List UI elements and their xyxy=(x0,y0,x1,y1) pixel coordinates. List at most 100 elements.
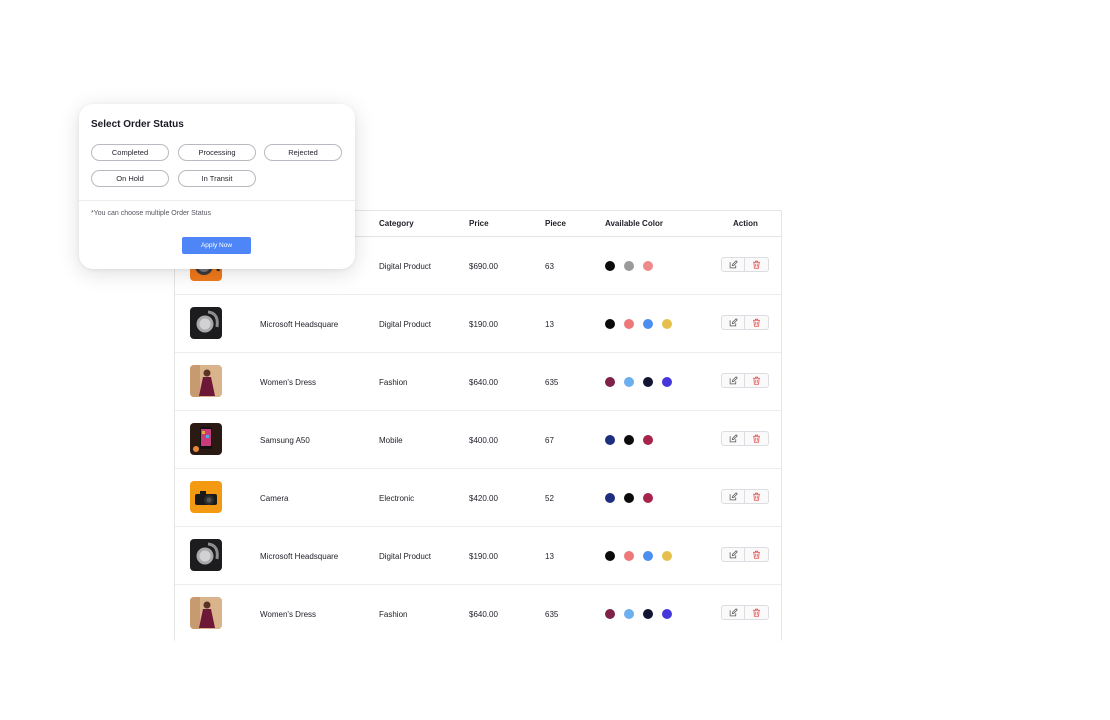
trash-icon xyxy=(753,260,760,269)
edit-icon xyxy=(729,318,738,327)
table-row: Microsoft Headsquare Digital Product $19… xyxy=(175,295,781,353)
color-swatch xyxy=(662,319,672,329)
color-swatch xyxy=(643,261,653,271)
table-row: Microsoft Headsquare Digital Product $19… xyxy=(175,527,781,585)
color-swatch xyxy=(605,261,615,271)
product-name: Microsoft Headsquare xyxy=(260,320,339,329)
trash-icon xyxy=(753,318,760,327)
table-body: Digital Product $690.00 63 Microsoft Hea… xyxy=(175,237,781,641)
product-thumbnail xyxy=(190,307,222,339)
product-piece: 52 xyxy=(545,494,554,503)
product-price: $420.00 xyxy=(469,494,498,503)
product-piece: 63 xyxy=(545,262,554,271)
header-available-color: Available Color xyxy=(605,219,663,228)
product-name: Camera xyxy=(260,494,289,503)
table-row: Samsung A50 Mobile $400.00 67 xyxy=(175,411,781,469)
color-swatch xyxy=(624,551,634,561)
delete-button[interactable] xyxy=(745,315,769,330)
color-swatch xyxy=(643,435,653,445)
edit-icon xyxy=(729,434,738,443)
product-name: Women's Dress xyxy=(260,610,317,619)
available-colors xyxy=(605,435,653,445)
product-piece: 635 xyxy=(545,378,559,387)
trash-icon xyxy=(753,492,760,501)
status-chip-processing[interactable]: Processing xyxy=(178,144,256,161)
product-price: $640.00 xyxy=(469,610,498,619)
edit-icon xyxy=(729,376,738,385)
product-category: Digital Product xyxy=(379,262,432,271)
product-category: Digital Product xyxy=(379,552,432,561)
status-chip-in-transit[interactable]: In Transit xyxy=(178,170,256,187)
color-swatch xyxy=(624,435,634,445)
product-price: $400.00 xyxy=(469,436,498,445)
edit-button[interactable] xyxy=(721,315,745,330)
status-chip-on-hold[interactable]: On Hold xyxy=(91,170,169,187)
header-action: Action xyxy=(733,219,758,228)
color-swatch xyxy=(624,377,634,387)
edit-icon xyxy=(729,608,738,617)
product-thumbnail xyxy=(190,481,222,513)
edit-button[interactable] xyxy=(721,605,745,620)
edit-button[interactable] xyxy=(721,373,745,388)
trash-icon xyxy=(753,376,760,385)
row-actions xyxy=(721,257,769,272)
product-category: Mobile xyxy=(379,436,403,445)
color-swatch xyxy=(605,551,615,561)
header-category: Category xyxy=(379,219,414,228)
product-price: $190.00 xyxy=(469,552,498,561)
color-swatch xyxy=(605,377,615,387)
delete-button[interactable] xyxy=(745,431,769,446)
delete-button[interactable] xyxy=(745,257,769,272)
row-actions xyxy=(721,547,769,562)
color-swatch xyxy=(605,493,615,503)
header-piece: Piece xyxy=(545,219,566,228)
product-thumbnail xyxy=(190,423,222,455)
table-row: Women's Dress Fashion $640.00 635 xyxy=(175,585,781,641)
product-category: Fashion xyxy=(379,378,408,387)
available-colors xyxy=(605,551,672,561)
products-table: Category Price Piece Available Color Act… xyxy=(174,210,782,641)
product-thumbnail xyxy=(190,365,222,397)
row-actions xyxy=(721,431,769,446)
status-chip-rejected[interactable]: Rejected xyxy=(264,144,342,161)
color-swatch xyxy=(624,261,634,271)
apply-now-button[interactable]: Apply Now xyxy=(182,237,251,254)
product-piece: 67 xyxy=(545,436,554,445)
trash-icon xyxy=(753,434,760,443)
status-chip-completed[interactable]: Completed xyxy=(91,144,169,161)
product-piece: 635 xyxy=(545,610,559,619)
table-row: Women's Dress Fashion $640.00 635 xyxy=(175,353,781,411)
product-name: Samsung A50 xyxy=(260,436,310,445)
popup-divider xyxy=(79,200,355,201)
available-colors xyxy=(605,261,653,271)
product-category: Digital Product xyxy=(379,320,432,329)
edit-button[interactable] xyxy=(721,257,745,272)
product-thumbnail xyxy=(190,539,222,571)
row-actions xyxy=(721,373,769,388)
color-swatch xyxy=(624,319,634,329)
delete-button[interactable] xyxy=(745,547,769,562)
color-swatch xyxy=(643,551,653,561)
available-colors xyxy=(605,493,653,503)
order-status-popup: Select Order Status Completed Processing… xyxy=(79,104,355,269)
color-swatch xyxy=(643,377,653,387)
edit-button[interactable] xyxy=(721,431,745,446)
color-swatch xyxy=(662,551,672,561)
delete-button[interactable] xyxy=(745,489,769,504)
edit-button[interactable] xyxy=(721,489,745,504)
edit-icon xyxy=(729,550,738,559)
edit-button[interactable] xyxy=(721,547,745,562)
available-colors xyxy=(605,377,672,387)
color-swatch xyxy=(624,493,634,503)
row-actions xyxy=(721,605,769,620)
delete-button[interactable] xyxy=(745,605,769,620)
color-swatch xyxy=(662,609,672,619)
edit-icon xyxy=(729,492,738,501)
product-category: Electronic xyxy=(379,494,415,503)
color-swatch xyxy=(662,377,672,387)
delete-button[interactable] xyxy=(745,373,769,388)
product-price: $690.00 xyxy=(469,262,498,271)
color-swatch xyxy=(643,493,653,503)
row-actions xyxy=(721,489,769,504)
available-colors xyxy=(605,609,672,619)
